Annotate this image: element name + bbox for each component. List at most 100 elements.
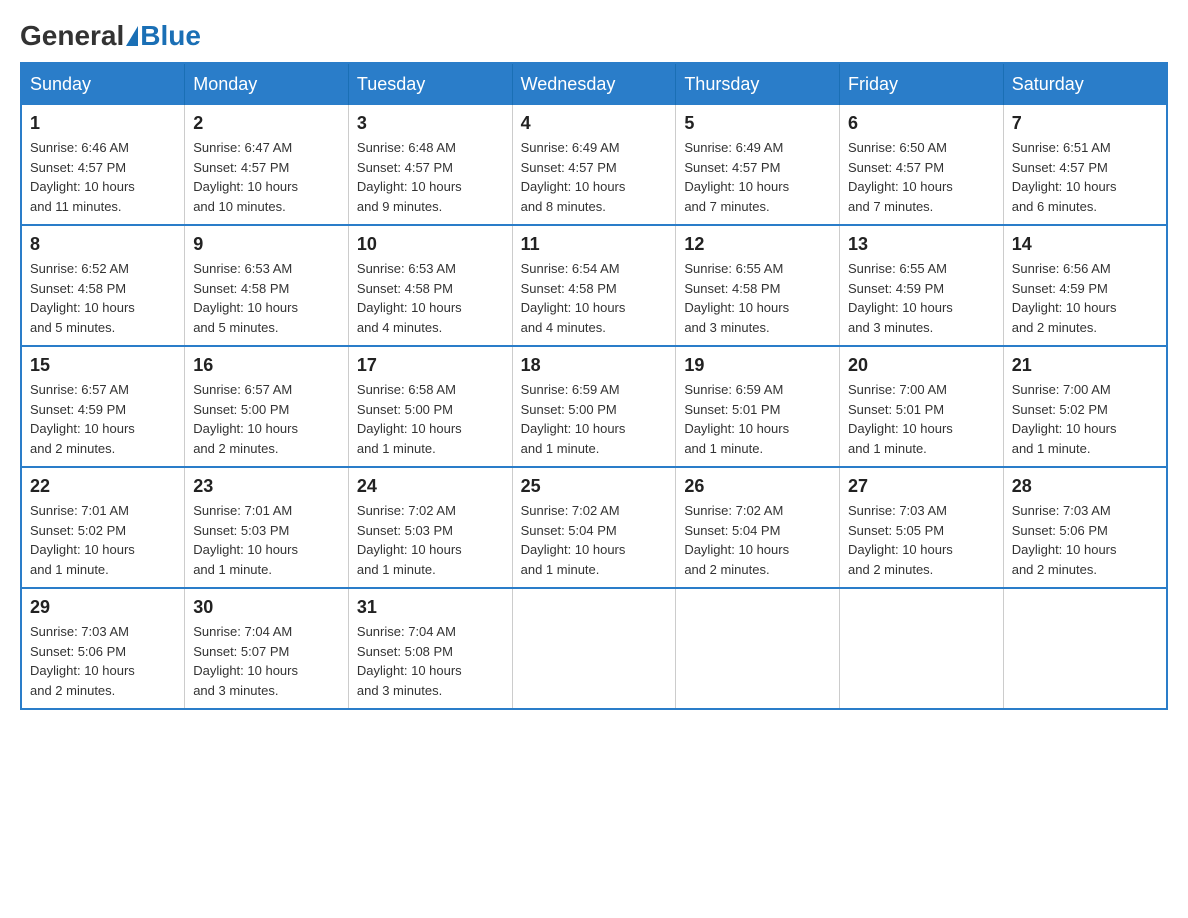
day-number: 2: [193, 113, 340, 134]
day-info: Sunrise: 7:01 AMSunset: 5:02 PMDaylight:…: [30, 501, 176, 579]
calendar-day-header: Wednesday: [512, 63, 676, 105]
calendar-day-cell: 20Sunrise: 7:00 AMSunset: 5:01 PMDayligh…: [840, 346, 1004, 467]
calendar-day-cell: 10 Sunrise: 6:53 AMSunset: 4:58 PMDayligh…: [348, 225, 512, 346]
day-info: Sunrise: 6:47 AMSunset: 4:57 PMDaylight:…: [193, 138, 340, 216]
day-number: 9: [193, 234, 340, 255]
logo-general-text: General: [20, 20, 124, 52]
logo-text: General Blue: [20, 20, 201, 52]
logo-blue-text: Blue: [140, 20, 201, 52]
day-number: 11: [521, 234, 668, 255]
day-number: 10: [357, 234, 504, 255]
day-info: Sunrise: 6:57 AMSunset: 5:00 PMDaylight:…: [193, 380, 340, 458]
calendar-day-header: Monday: [185, 63, 349, 105]
calendar-day-cell: 30 Sunrise: 7:04 AMSunset: 5:07 PMDayligh…: [185, 588, 349, 709]
calendar-header-row: SundayMondayTuesdayWednesdayThursdayFrid…: [21, 63, 1167, 105]
day-info: Sunrise: 7:03 AMSunset: 5:05 PMDaylight:…: [848, 501, 995, 579]
day-number: 16: [193, 355, 340, 376]
calendar-day-cell: 31 Sunrise: 7:04 AMSunset: 5:08 PMDayligh…: [348, 588, 512, 709]
day-info: Sunrise: 6:46 AMSunset: 4:57 PMDaylight:…: [30, 138, 176, 216]
calendar-body: 1 Sunrise: 6:46 AMSunset: 4:57 PMDaylight…: [21, 105, 1167, 709]
calendar-week-row: 8 Sunrise: 6:52 AMSunset: 4:58 PMDaylight…: [21, 225, 1167, 346]
calendar-day-cell: 12 Sunrise: 6:55 AMSunset: 4:58 PMDayligh…: [676, 225, 840, 346]
calendar-day-cell: 4 Sunrise: 6:49 AMSunset: 4:57 PMDaylight…: [512, 105, 676, 225]
day-number: 23: [193, 476, 340, 497]
calendar-week-row: 29Sunrise: 7:03 AMSunset: 5:06 PMDayligh…: [21, 588, 1167, 709]
calendar-week-row: 1 Sunrise: 6:46 AMSunset: 4:57 PMDaylight…: [21, 105, 1167, 225]
day-info: Sunrise: 6:57 AMSunset: 4:59 PMDaylight:…: [30, 380, 176, 458]
day-number: 29: [30, 597, 176, 618]
day-info: Sunrise: 6:52 AMSunset: 4:58 PMDaylight:…: [30, 259, 176, 337]
calendar-day-cell: [840, 588, 1004, 709]
day-info: Sunrise: 7:00 AMSunset: 5:01 PMDaylight:…: [848, 380, 995, 458]
day-number: 22: [30, 476, 176, 497]
day-info: Sunrise: 7:02 AMSunset: 5:03 PMDaylight:…: [357, 501, 504, 579]
day-number: 15: [30, 355, 176, 376]
calendar-day-cell: 21 Sunrise: 7:00 AMSunset: 5:02 PMDayligh…: [1003, 346, 1167, 467]
calendar-day-cell: 29Sunrise: 7:03 AMSunset: 5:06 PMDayligh…: [21, 588, 185, 709]
day-info: Sunrise: 6:58 AMSunset: 5:00 PMDaylight:…: [357, 380, 504, 458]
day-number: 1: [30, 113, 176, 134]
calendar-day-header: Saturday: [1003, 63, 1167, 105]
day-info: Sunrise: 7:04 AMSunset: 5:07 PMDaylight:…: [193, 622, 340, 700]
calendar-day-cell: 17Sunrise: 6:58 AMSunset: 5:00 PMDayligh…: [348, 346, 512, 467]
calendar-day-cell: 28 Sunrise: 7:03 AMSunset: 5:06 PMDayligh…: [1003, 467, 1167, 588]
calendar-week-row: 22 Sunrise: 7:01 AMSunset: 5:02 PMDayligh…: [21, 467, 1167, 588]
day-number: 31: [357, 597, 504, 618]
logo: General Blue: [20, 20, 201, 52]
day-info: Sunrise: 6:55 AMSunset: 4:58 PMDaylight:…: [684, 259, 831, 337]
day-number: 7: [1012, 113, 1158, 134]
calendar-table: SundayMondayTuesdayWednesdayThursdayFrid…: [20, 62, 1168, 710]
calendar-day-cell: 27 Sunrise: 7:03 AMSunset: 5:05 PMDayligh…: [840, 467, 1004, 588]
calendar-day-cell: 2 Sunrise: 6:47 AMSunset: 4:57 PMDaylight…: [185, 105, 349, 225]
day-number: 19: [684, 355, 831, 376]
day-info: Sunrise: 7:02 AMSunset: 5:04 PMDaylight:…: [521, 501, 668, 579]
day-number: 30: [193, 597, 340, 618]
day-info: Sunrise: 6:59 AMSunset: 5:00 PMDaylight:…: [521, 380, 668, 458]
calendar-day-cell: 26Sunrise: 7:02 AMSunset: 5:04 PMDayligh…: [676, 467, 840, 588]
day-number: 28: [1012, 476, 1158, 497]
calendar-day-cell: 8 Sunrise: 6:52 AMSunset: 4:58 PMDaylight…: [21, 225, 185, 346]
day-number: 26: [684, 476, 831, 497]
calendar-day-cell: 1 Sunrise: 6:46 AMSunset: 4:57 PMDaylight…: [21, 105, 185, 225]
day-info: Sunrise: 6:56 AMSunset: 4:59 PMDaylight:…: [1012, 259, 1158, 337]
day-number: 8: [30, 234, 176, 255]
day-info: Sunrise: 6:53 AMSunset: 4:58 PMDaylight:…: [193, 259, 340, 337]
day-info: Sunrise: 7:03 AMSunset: 5:06 PMDaylight:…: [1012, 501, 1158, 579]
calendar-day-header: Friday: [840, 63, 1004, 105]
calendar-day-cell: 5 Sunrise: 6:49 AMSunset: 4:57 PMDaylight…: [676, 105, 840, 225]
day-info: Sunrise: 6:49 AMSunset: 4:57 PMDaylight:…: [521, 138, 668, 216]
calendar-day-cell: 13Sunrise: 6:55 AMSunset: 4:59 PMDayligh…: [840, 225, 1004, 346]
day-number: 5: [684, 113, 831, 134]
calendar-day-cell: [1003, 588, 1167, 709]
calendar-day-cell: 18 Sunrise: 6:59 AMSunset: 5:00 PMDayligh…: [512, 346, 676, 467]
day-info: Sunrise: 7:00 AMSunset: 5:02 PMDaylight:…: [1012, 380, 1158, 458]
day-number: 14: [1012, 234, 1158, 255]
calendar-day-cell: 22 Sunrise: 7:01 AMSunset: 5:02 PMDayligh…: [21, 467, 185, 588]
day-number: 3: [357, 113, 504, 134]
day-info: Sunrise: 7:01 AMSunset: 5:03 PMDaylight:…: [193, 501, 340, 579]
calendar-day-cell: 19Sunrise: 6:59 AMSunset: 5:01 PMDayligh…: [676, 346, 840, 467]
logo-triangle-icon: [126, 26, 138, 46]
calendar-day-cell: 14 Sunrise: 6:56 AMSunset: 4:59 PMDayligh…: [1003, 225, 1167, 346]
calendar-week-row: 15 Sunrise: 6:57 AMSunset: 4:59 PMDayligh…: [21, 346, 1167, 467]
day-info: Sunrise: 7:04 AMSunset: 5:08 PMDaylight:…: [357, 622, 504, 700]
day-info: Sunrise: 6:49 AMSunset: 4:57 PMDaylight:…: [684, 138, 831, 216]
calendar-day-cell: 23 Sunrise: 7:01 AMSunset: 5:03 PMDayligh…: [185, 467, 349, 588]
calendar-day-cell: 6Sunrise: 6:50 AMSunset: 4:57 PMDaylight…: [840, 105, 1004, 225]
calendar-day-cell: 24Sunrise: 7:02 AMSunset: 5:03 PMDayligh…: [348, 467, 512, 588]
day-info: Sunrise: 6:53 AMSunset: 4:58 PMDaylight:…: [357, 259, 504, 337]
day-number: 21: [1012, 355, 1158, 376]
day-number: 18: [521, 355, 668, 376]
day-info: Sunrise: 6:54 AMSunset: 4:58 PMDaylight:…: [521, 259, 668, 337]
calendar-day-header: Sunday: [21, 63, 185, 105]
calendar-day-cell: 9 Sunrise: 6:53 AMSunset: 4:58 PMDaylight…: [185, 225, 349, 346]
calendar-day-cell: 15 Sunrise: 6:57 AMSunset: 4:59 PMDayligh…: [21, 346, 185, 467]
day-info: Sunrise: 6:50 AMSunset: 4:57 PMDaylight:…: [848, 138, 995, 216]
day-number: 25: [521, 476, 668, 497]
calendar-day-cell: [512, 588, 676, 709]
calendar-day-cell: 7Sunrise: 6:51 AMSunset: 4:57 PMDaylight…: [1003, 105, 1167, 225]
day-number: 4: [521, 113, 668, 134]
day-number: 27: [848, 476, 995, 497]
calendar-day-header: Thursday: [676, 63, 840, 105]
day-number: 12: [684, 234, 831, 255]
